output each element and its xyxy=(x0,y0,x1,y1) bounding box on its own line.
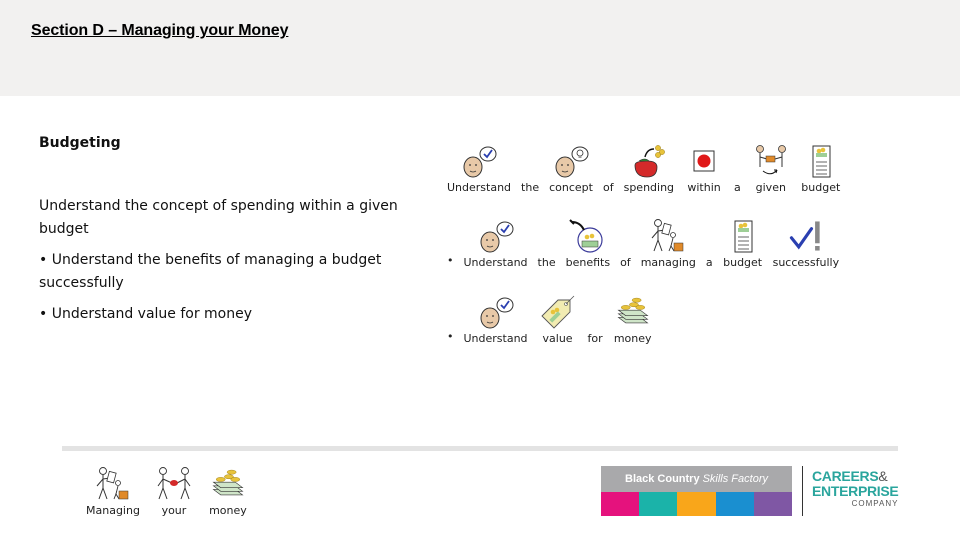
objective-item: Understand the concept of spending withi… xyxy=(39,198,398,237)
symbol-word: managing xyxy=(641,218,696,269)
learning-objectives: Budgeting Understand the concept of spen… xyxy=(39,132,419,334)
symbol-word: a xyxy=(706,218,713,269)
symbol-word: within xyxy=(684,143,724,194)
symbol-word: value xyxy=(538,294,578,345)
symbol-word: for xyxy=(588,294,603,345)
symbol-label: concept xyxy=(549,181,593,194)
money-stack-coins-icon xyxy=(208,466,248,502)
objective-item: • Understand the benefits of managing a … xyxy=(39,252,382,291)
money-stack-coins-icon xyxy=(613,294,653,330)
symbol-label: a xyxy=(734,181,741,194)
symbol-word: the xyxy=(538,218,556,269)
red-dot-in-box-icon xyxy=(684,143,724,179)
cec-enterprise-text: ENTERPRISE xyxy=(812,483,899,499)
black-country-skills-factory-logo: Black Country Skills Factory xyxy=(601,466,793,516)
purse-coins-icon xyxy=(629,143,669,179)
bcsf-text-bold: Black Country xyxy=(625,473,700,485)
symbol-word: Understand xyxy=(447,143,511,194)
thinking-face-check-icon xyxy=(476,294,516,330)
bcsf-text-italic: Skills Factory xyxy=(702,473,768,485)
symbol-word: Understand xyxy=(464,218,528,269)
cec-company-text: COMPANY xyxy=(851,499,899,508)
symbol-label: successfully xyxy=(772,256,840,269)
price-tag-money-icon xyxy=(538,294,578,330)
person-managing-icon xyxy=(93,466,133,502)
symbol-label: of xyxy=(602,181,614,194)
symbol-word: Understand xyxy=(464,294,528,345)
budget-list-icon xyxy=(723,218,763,254)
symbol-word: your xyxy=(154,466,194,517)
symbol-label: money xyxy=(209,504,247,517)
thinking-face-check-icon xyxy=(459,143,499,179)
section-title: Section D – Managing your Money xyxy=(31,22,289,39)
cec-ampersand: & xyxy=(878,468,888,484)
symbol-row-value: • Understand value for money xyxy=(447,294,663,345)
symbol-word: money xyxy=(613,294,653,345)
bullet-dot: • xyxy=(447,330,454,343)
two-people-passing-icon xyxy=(154,466,194,502)
bullet-dot: • xyxy=(447,254,454,267)
symbol-label: Understand xyxy=(447,181,512,194)
symbol-word: budget xyxy=(801,143,841,194)
person-managing-icon xyxy=(648,218,688,254)
bcsf-stripe xyxy=(715,492,754,516)
symbol-word: Managing xyxy=(86,466,140,517)
symbol-label: Understand xyxy=(463,256,528,269)
two-people-exchange-icon xyxy=(751,143,791,179)
symbol-word: spending xyxy=(624,143,674,194)
objective-item: • Understand value for money xyxy=(39,306,253,322)
careers-enterprise-company-logo: CAREERS& ENTERPRISE COMPANY xyxy=(812,468,899,509)
bcsf-stripe xyxy=(677,492,716,516)
symbol-label: managing xyxy=(640,256,696,269)
money-circle-arrow-icon xyxy=(568,218,608,254)
symbol-word: concept xyxy=(549,143,593,194)
symbol-word: successfully xyxy=(772,218,840,269)
cec-careers-text: CAREERS xyxy=(812,468,879,484)
budget-list-icon xyxy=(801,143,841,179)
symbol-label: Managing xyxy=(86,504,140,517)
symbol-word: the xyxy=(521,143,539,194)
symbol-label: a xyxy=(705,256,713,269)
symbol-word: money xyxy=(208,466,248,517)
symbol-label: spending xyxy=(623,181,675,194)
divider-bar xyxy=(62,446,898,451)
symbol-label: budget xyxy=(723,256,763,269)
symbol-word: a xyxy=(734,143,741,194)
symbol-label: Understand xyxy=(463,332,528,345)
thinking-face-check-icon xyxy=(476,218,516,254)
symbol-label: the xyxy=(537,256,556,269)
symbol-label: given xyxy=(755,181,786,194)
symbol-word: of xyxy=(603,143,614,194)
symbol-word: benefits xyxy=(566,218,610,269)
thinking-face-lightbulb-icon xyxy=(551,143,591,179)
check-exclamation-icon xyxy=(786,218,826,254)
symbol-word: of xyxy=(620,218,631,269)
symbol-label: within xyxy=(687,181,721,194)
symbol-label: value xyxy=(542,332,573,345)
symbol-label: benefits xyxy=(565,256,611,269)
symbol-row-concept: Understand the concept of spending within a giv… xyxy=(447,143,851,194)
bcsf-stripe xyxy=(639,492,678,516)
bcsf-logo-text: Black Country Skills Factory xyxy=(601,466,792,492)
logo-divider xyxy=(802,466,803,516)
symbol-row-benefits: • Understand the benefits of managing a budget s… xyxy=(447,218,849,269)
symbol-label: for xyxy=(587,332,603,345)
symbol-word: budget xyxy=(723,218,763,269)
header-band xyxy=(0,0,960,96)
symbol-label: of xyxy=(620,256,631,269)
symbol-label: budget xyxy=(801,181,841,194)
symbol-label: money xyxy=(613,332,652,345)
bcsf-color-stripes xyxy=(601,492,793,516)
symbol-label: the xyxy=(521,181,540,194)
footer-symbols: Managing your money xyxy=(86,466,262,517)
symbol-word: given xyxy=(751,143,791,194)
objectives-heading: Budgeting xyxy=(39,135,121,151)
bcsf-stripe xyxy=(601,492,640,516)
bcsf-stripe xyxy=(753,492,793,516)
symbol-label: your xyxy=(161,504,187,517)
